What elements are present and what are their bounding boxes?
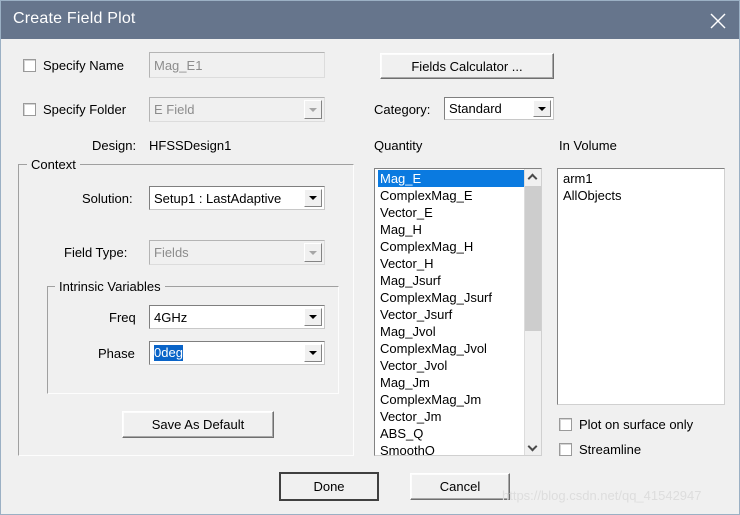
solution-value: Setup1 : LastAdaptive — [154, 190, 282, 206]
in-volume-listbox[interactable]: arm1 AllObjects — [557, 168, 725, 405]
save-as-default-button[interactable]: Save As Default — [122, 411, 274, 438]
field-type-caret[interactable] — [304, 243, 322, 262]
list-item[interactable]: Mag_H — [378, 221, 524, 238]
list-item[interactable]: Vector_Jvol — [378, 357, 524, 374]
chevron-up-icon — [529, 174, 536, 181]
intrinsic-variables-group — [47, 286, 339, 394]
phase-caret[interactable] — [304, 344, 322, 362]
solution-label: Solution: — [82, 191, 133, 206]
title-bar: Create Field Plot — [1, 1, 739, 39]
phase-value: 0deg — [154, 345, 183, 361]
list-item[interactable]: Mag_Jm — [378, 374, 524, 391]
watermark-text: https://blog.csdn.net/qq_41542947 — [502, 488, 702, 503]
quantity-scroll-down-button[interactable] — [525, 438, 541, 455]
list-item[interactable]: ComplexMag_Jsurf — [378, 289, 524, 306]
quantity-scroll-up-button[interactable] — [525, 169, 541, 186]
list-item[interactable]: Mag_Jvol — [378, 323, 524, 340]
specify-name-input[interactable]: Mag_E1 — [149, 52, 325, 78]
field-type-label: Field Type: — [64, 245, 128, 260]
list-item[interactable]: ABS_Q — [378, 425, 524, 442]
list-item[interactable]: Vector_Jsurf — [378, 306, 524, 323]
cancel-label: Cancel — [439, 479, 481, 494]
specify-name-value: Mag_E1 — [154, 57, 203, 73]
chevron-down-icon — [309, 351, 317, 355]
specify-name-label: Specify Name — [43, 58, 124, 73]
list-item[interactable]: AllObjects — [561, 187, 724, 204]
phase-combobox[interactable]: 0deg — [149, 341, 325, 365]
close-button[interactable] — [695, 1, 739, 39]
chevron-down-icon — [309, 107, 317, 112]
streamline-label: Streamline — [579, 442, 642, 457]
quantity-label: Quantity — [374, 138, 423, 153]
chevron-down-icon — [538, 106, 546, 111]
quantity-item-list: Mag_E ComplexMag_E Vector_E Mag_H ComplexMag… — [375, 169, 524, 455]
design-label: Design: — [92, 138, 137, 153]
chevron-down-icon — [309, 196, 317, 200]
done-button[interactable]: Done — [279, 472, 379, 501]
field-type-combobox[interactable]: Fields — [149, 240, 325, 265]
quantity-listbox[interactable]: Mag_E ComplexMag_E Vector_E Mag_H ComplexMag… — [374, 168, 542, 456]
category-label: Category: — [374, 102, 431, 117]
specify-folder-label: Specify Folder — [43, 102, 127, 117]
close-icon — [710, 13, 726, 29]
list-item[interactable]: ComplexMag_E — [378, 187, 524, 204]
freq-label: Freq — [109, 310, 136, 325]
list-item[interactable]: ComplexMag_Jm — [378, 391, 524, 408]
freq-caret[interactable] — [304, 308, 322, 326]
chevron-down-icon — [529, 443, 536, 450]
save-as-default-label: Save As Default — [151, 417, 245, 432]
list-item[interactable]: Vector_E — [378, 204, 524, 221]
list-item[interactable]: ComplexMag_Jvol — [378, 340, 524, 357]
list-item[interactable]: Vector_Jm — [378, 408, 524, 425]
create-field-plot-dialog: Create Field Plot Specify Name Mag_E1 Sp… — [0, 0, 740, 515]
specify-folder-value: E Field — [154, 102, 195, 117]
cancel-button[interactable]: Cancel — [410, 473, 510, 500]
in-volume-label: In Volume — [559, 138, 617, 153]
specify-folder-checkbox[interactable] — [23, 103, 36, 116]
solution-caret[interactable] — [304, 189, 322, 207]
streamline-checkbox[interactable] — [559, 443, 572, 456]
chevron-down-icon — [309, 250, 317, 255]
in-volume-item-list: arm1 AllObjects — [558, 169, 724, 204]
context-group-title: Context — [27, 157, 80, 172]
design-value: HFSSDesign1 — [149, 138, 232, 153]
list-item[interactable]: Mag_Jsurf — [378, 272, 524, 289]
specify-name-checkbox[interactable] — [23, 59, 36, 72]
list-item[interactable]: ComplexMag_H — [378, 238, 524, 255]
fields-calculator-button[interactable]: Fields Calculator ... — [380, 53, 554, 79]
field-type-value: Fields — [154, 245, 189, 260]
quantity-scroll-thumb[interactable] — [525, 186, 541, 331]
specify-folder-combobox[interactable]: E Field — [149, 97, 325, 122]
category-combobox[interactable]: Standard — [444, 97, 554, 120]
category-value: Standard — [449, 101, 502, 116]
phase-label: Phase — [98, 346, 135, 361]
category-caret[interactable] — [533, 100, 551, 117]
done-label: Done — [313, 479, 345, 494]
plot-on-surface-only-label: Plot on surface only — [579, 417, 694, 432]
freq-value: 4GHz — [154, 309, 188, 325]
window-title: Create Field Plot — [13, 10, 136, 27]
plot-on-surface-only-checkbox[interactable] — [559, 418, 572, 431]
intrinsic-variables-title: Intrinsic Variables — [55, 279, 165, 294]
list-item[interactable]: Vector_H — [378, 255, 524, 272]
chevron-down-icon — [309, 315, 317, 319]
solution-combobox[interactable]: Setup1 : LastAdaptive — [149, 186, 325, 210]
list-item[interactable]: Mag_E — [378, 170, 524, 187]
fields-calculator-label: Fields Calculator ... — [411, 58, 523, 74]
freq-combobox[interactable]: 4GHz — [149, 305, 325, 329]
quantity-scrollbar[interactable] — [524, 169, 541, 455]
list-item[interactable]: SmoothQ — [378, 442, 524, 455]
specify-folder-caret[interactable] — [304, 100, 322, 119]
list-item[interactable]: arm1 — [561, 170, 724, 187]
